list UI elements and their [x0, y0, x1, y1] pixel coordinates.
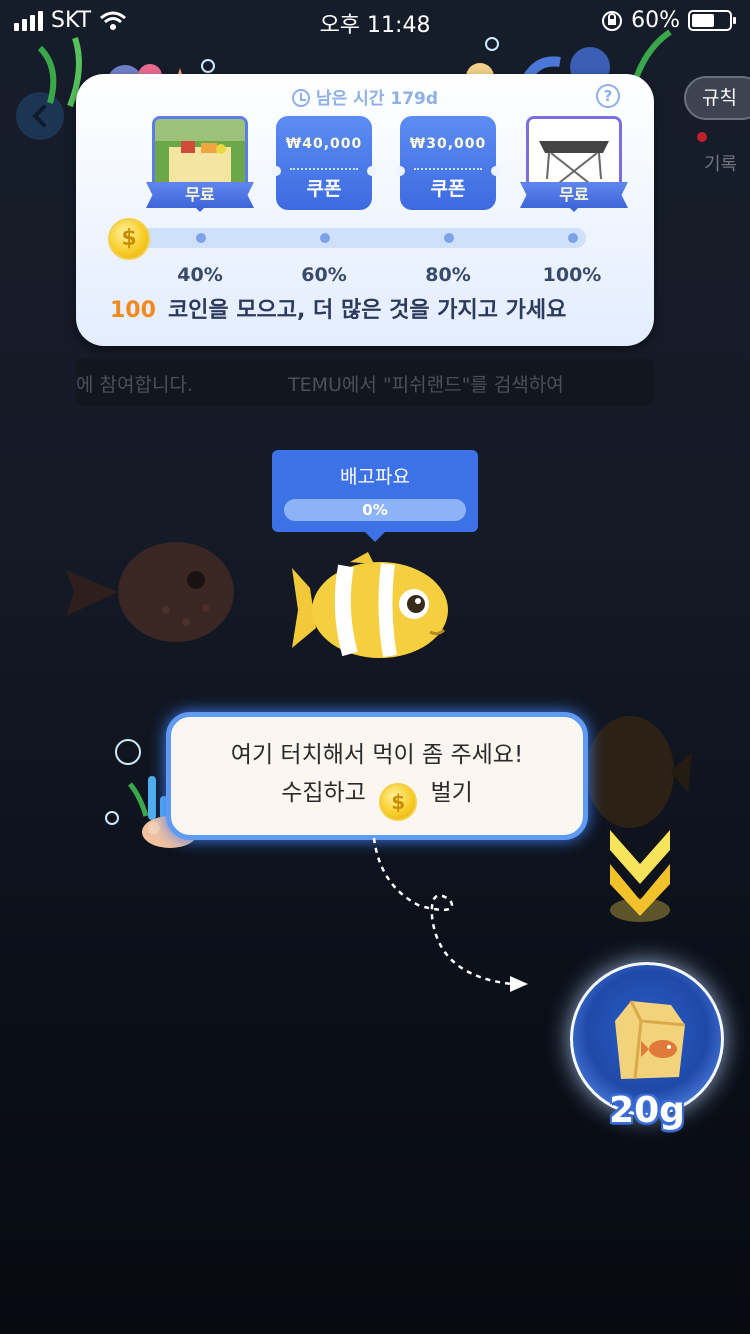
coin-icon: $: [379, 783, 418, 821]
rules-button[interactable]: 규칙: [684, 76, 750, 120]
reward-label: 무료: [146, 182, 254, 208]
milestone-60: 60%: [301, 264, 347, 286]
clownfish[interactable]: [290, 548, 460, 666]
coupon-label: 쿠폰: [306, 178, 342, 200]
coin-icon: $: [108, 218, 150, 260]
coin-count: 100: [110, 298, 156, 323]
hint-line-1: 여기 터치해서 먹이 좀 주세요!: [230, 742, 524, 768]
pufferfish-background: [66, 542, 234, 642]
picnic-image: [152, 116, 248, 190]
fish-food-bag-icon: [615, 1000, 686, 1080]
milestone-dot: [444, 233, 454, 243]
feed-amount: 20g: [609, 1090, 685, 1131]
milestone-dot: [196, 233, 206, 243]
remaining-time: 남은 시간 179d: [76, 84, 654, 109]
coupon-amount: ₩30,000: [409, 136, 487, 152]
reward-coupon-30000[interactable]: ₩30,000 쿠폰: [395, 116, 501, 210]
reward-label: 무료: [520, 182, 628, 208]
coupon-label: 쿠폰: [430, 178, 466, 200]
chevron-down-icon: [610, 830, 670, 922]
milestone-80: 80%: [425, 264, 471, 286]
marquee-text-right: TEMU에서 "피쉬랜드"를 검색하여: [288, 374, 564, 396]
announcement-marquee: 에 참여합니다. TEMU에서 "피쉬랜드"를 검색하여: [76, 358, 654, 406]
battery-icon: [688, 10, 736, 31]
dotted-arrow: [372, 837, 528, 992]
marquee-text-left: 에 참여합니다.: [76, 374, 193, 396]
help-icon[interactable]: ?: [596, 84, 620, 108]
hunger-title: 배고파요: [340, 466, 410, 488]
notification-dot: [697, 132, 707, 142]
background-fish-right: [586, 716, 692, 828]
reward-picnic-set[interactable]: 무료: [146, 116, 254, 212]
clock-icon: [291, 89, 310, 107]
reward-camping-table[interactable]: 무료: [520, 116, 628, 212]
reward-progress-track: [136, 228, 586, 248]
hunger-bar: 0%: [284, 499, 466, 521]
camping-table-image: [526, 116, 622, 190]
hunger-status: 배고파요 0%: [272, 450, 478, 542]
reward-coupon-40000[interactable]: ₩40,000 쿠폰: [271, 116, 377, 210]
milestone-dot: [320, 233, 330, 243]
milestone-dot: [568, 233, 578, 243]
coupon-amount: ₩40,000: [285, 136, 363, 152]
record-button[interactable]: 기록: [704, 150, 737, 176]
milestone-40: 40%: [177, 264, 223, 286]
feed-hint-bubble: 여기 터치해서 먹이 좀 주세요! 수집하고 $ 벌기: [166, 712, 588, 840]
reward-progress-card: 남은 시간 179d ? 무료 ₩40,000 쿠폰 ₩30,000 쿠폰 무료: [76, 74, 654, 346]
hint-line-2: 수집하고 $ 벌기: [171, 773, 583, 821]
milestone-100: 100%: [542, 264, 602, 286]
collect-coins-text: 100 코인을 모으고, 더 많은 것을 가지고 가세요: [110, 298, 567, 323]
